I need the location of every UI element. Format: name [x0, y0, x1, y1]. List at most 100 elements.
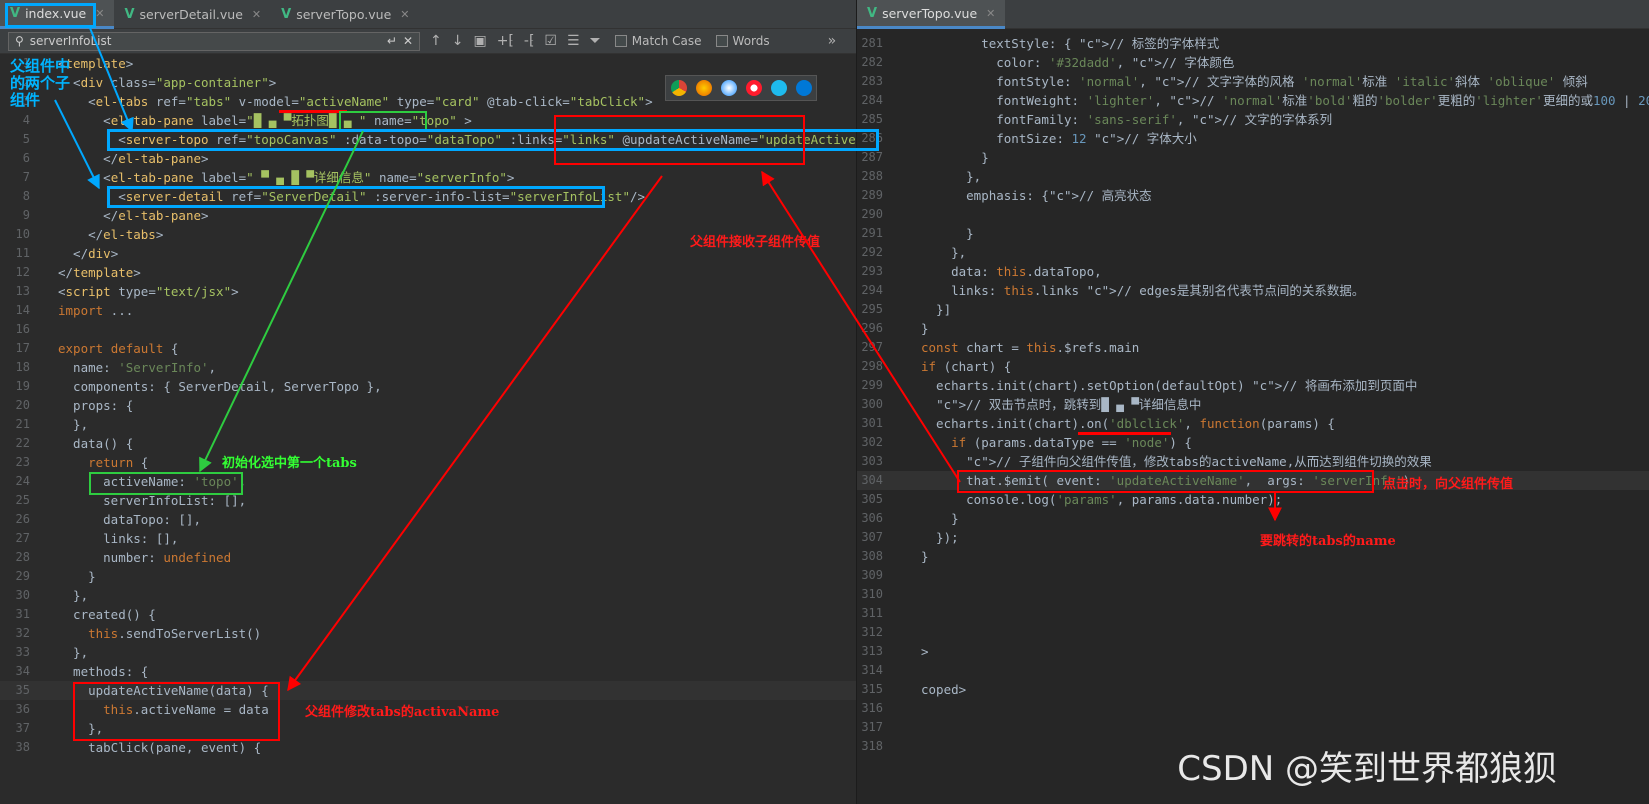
left-code-line[interactable]: 7 <el-tab-pane label=" ▀ ▄ █ ▀详细信息" name… [0, 168, 856, 187]
gutter[interactable] [32, 700, 56, 719]
in-selection-icon[interactable]: ☰ [567, 33, 580, 49]
line-number[interactable]: 21 [0, 415, 30, 434]
line-number[interactable]: 293 [857, 262, 883, 281]
gutter[interactable] [32, 605, 56, 624]
gutter[interactable] [889, 414, 913, 433]
line-number[interactable]: 26 [0, 510, 30, 529]
gutter[interactable] [32, 548, 56, 567]
gutter[interactable] [32, 168, 56, 187]
gutter[interactable] [889, 376, 913, 395]
gutter[interactable] [889, 224, 913, 243]
edge-icon[interactable] [795, 80, 812, 96]
gutter[interactable] [889, 547, 913, 566]
right-code-line[interactable]: 310 [857, 585, 1649, 604]
right-code-line[interactable]: 286 fontSize: 12 "c">// 字体大小 [857, 129, 1649, 148]
line-number[interactable]: 311 [857, 604, 883, 623]
gutter[interactable] [32, 453, 56, 472]
close-icon[interactable]: ✕ [95, 7, 104, 20]
close-icon[interactable]: ✕ [252, 8, 261, 21]
chrome-icon[interactable] [670, 80, 687, 96]
gutter[interactable] [32, 206, 56, 225]
right-code-line[interactable]: 307 }); [857, 528, 1649, 547]
left-code-line[interactable]: 14 import ... [0, 301, 856, 320]
gutter[interactable] [889, 300, 913, 319]
gutter[interactable] [32, 643, 56, 662]
remove-selection-icon[interactable]: -⁅ [524, 33, 535, 49]
line-number[interactable]: 312 [857, 623, 883, 642]
line-number[interactable]: 33 [0, 643, 30, 662]
line-number[interactable]: 292 [857, 243, 883, 262]
tab-server-topo-vue-right[interactable]: V serverTopo.vue ✕ [857, 0, 1006, 29]
line-number[interactable]: 25 [0, 491, 30, 510]
left-code-line[interactable]: 34 methods: { [0, 662, 856, 681]
gutter[interactable] [32, 339, 56, 358]
left-code-line[interactable]: 33 }, [0, 643, 856, 662]
gutter[interactable] [889, 357, 913, 376]
clear-search-icon[interactable]: ✕ [403, 34, 413, 48]
left-code-line[interactable]: 31 created() { [0, 605, 856, 624]
line-number[interactable]: 24 [0, 472, 30, 491]
gutter[interactable] [889, 110, 913, 129]
gutter[interactable] [889, 452, 913, 471]
line-number[interactable]: 285 [857, 110, 883, 129]
right-code-line[interactable]: 303 "c">// 子组件向父组件传值，修改tabs的activeName,从… [857, 452, 1649, 471]
line-number[interactable]: 16 [0, 320, 30, 339]
line-number[interactable]: 296 [857, 319, 883, 338]
gutter[interactable] [32, 662, 56, 681]
line-number[interactable]: 302 [857, 433, 883, 452]
line-number[interactable]: 17 [0, 339, 30, 358]
line-number[interactable]: 313 [857, 642, 883, 661]
more-options-icon[interactable]: » [828, 33, 837, 49]
line-number[interactable]: 303 [857, 452, 883, 471]
gutter[interactable] [889, 53, 913, 72]
gutter[interactable] [889, 319, 913, 338]
line-number[interactable]: 295 [857, 300, 883, 319]
gutter[interactable] [889, 737, 913, 756]
line-number[interactable]: 34 [0, 662, 30, 681]
line-number[interactable]: 19 [0, 377, 30, 396]
gutter[interactable] [32, 491, 56, 510]
line-number[interactable]: 36 [0, 700, 30, 719]
gutter[interactable] [32, 719, 56, 738]
line-number[interactable]: 5 [0, 130, 30, 149]
line-number[interactable]: 30 [0, 586, 30, 605]
left-code-line[interactable]: 18 name: 'ServerInfo', [0, 358, 856, 377]
right-code-line[interactable]: 288 }, [857, 167, 1649, 186]
line-number[interactable]: 29 [0, 567, 30, 586]
line-number[interactable]: 282 [857, 53, 883, 72]
right-code-line[interactable]: 309 [857, 566, 1649, 585]
gutter[interactable] [32, 529, 56, 548]
gutter[interactable] [889, 471, 913, 490]
left-code-line[interactable]: 1 <template> [0, 54, 856, 73]
gutter[interactable] [32, 263, 56, 282]
safari-icon[interactable] [720, 80, 737, 96]
right-code-line[interactable]: 311 [857, 604, 1649, 623]
line-number[interactable]: 317 [857, 718, 883, 737]
line-number[interactable]: 309 [857, 566, 883, 585]
right-code-line[interactable]: 308} [857, 547, 1649, 566]
line-number[interactable]: 306 [857, 509, 883, 528]
line-number[interactable]: 281 [857, 34, 883, 53]
gutter[interactable] [32, 149, 56, 168]
gutter[interactable] [32, 225, 56, 244]
right-code-line[interactable]: 299 echarts.init(chart).setOption(defaul… [857, 376, 1649, 395]
left-code-line[interactable]: 17 export default { [0, 339, 856, 358]
line-number[interactable]: 37 [0, 719, 30, 738]
line-number[interactable]: 27 [0, 529, 30, 548]
right-code-line[interactable]: 313 > [857, 642, 1649, 661]
line-number[interactable]: 310 [857, 585, 883, 604]
left-code-line[interactable]: 30 }, [0, 586, 856, 605]
line-number[interactable]: 301 [857, 414, 883, 433]
line-number[interactable]: 28 [0, 548, 30, 567]
line-number[interactable]: 300 [857, 395, 883, 414]
right-code-line[interactable]: 291 } [857, 224, 1649, 243]
gutter[interactable] [32, 301, 56, 320]
left-code-line[interactable]: 20 props: { [0, 396, 856, 415]
gutter[interactable] [32, 681, 56, 700]
left-code-line[interactable]: 13 <script type="text/jsx"> [0, 282, 856, 301]
left-code-line[interactable]: 32 this.sendToServerList() [0, 624, 856, 643]
select-all-icon[interactable]: ☑ [544, 33, 557, 49]
gutter[interactable] [32, 130, 56, 149]
line-number[interactable]: 308 [857, 547, 883, 566]
gutter[interactable] [889, 623, 913, 642]
